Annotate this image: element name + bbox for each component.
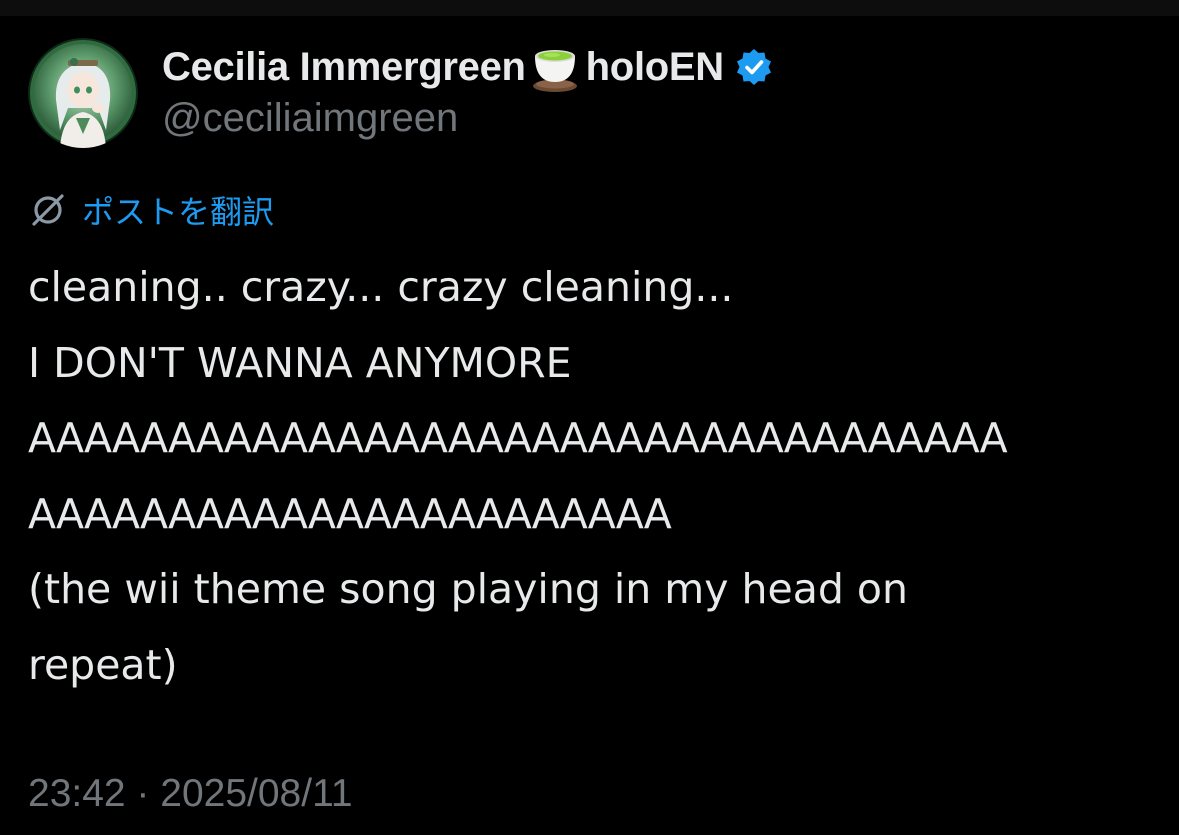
translate-post-row[interactable]: ポストを翻訳 [28, 188, 274, 232]
author-name-row[interactable]: Cecilia Immergreen holoEN [162, 40, 774, 94]
tweet-line: I DON'T WANNA ANYMORE [28, 338, 572, 387]
avatar[interactable] [28, 38, 138, 148]
tweet-line: cleaning.. crazy... crazy cleaning... [28, 263, 734, 311]
tweet-text: cleaning.. crazy... crazy cleaning... I … [28, 250, 1168, 703]
avatar-image [28, 38, 138, 148]
tea-cup-emoji-icon [528, 40, 582, 94]
author-handle[interactable]: @ceciliaimgreen [162, 96, 458, 141]
translate-globe-icon [28, 190, 68, 230]
tweet-line: (the wii theme song playing in my head o… [28, 565, 908, 613]
author-name-suffix[interactable]: holoEN [586, 45, 724, 90]
post-timestamp[interactable]: 23:42 · 2025/08/11 [28, 772, 353, 816]
author-display-name[interactable]: Cecilia Immergreen [162, 45, 526, 90]
tweet-line: AAAAAAAAAAAAAAAAAAAAAAAAAAAAAAAAAAA [28, 414, 1008, 462]
verified-badge-icon[interactable] [734, 47, 774, 87]
top-bar [0, 0, 1179, 16]
translate-post-link[interactable]: ポストを翻訳 [82, 187, 274, 233]
tweet-line: AAAAAAAAAAAAAAAAAAAAAAA [28, 489, 672, 538]
tweet-line: repeat) [28, 640, 178, 689]
